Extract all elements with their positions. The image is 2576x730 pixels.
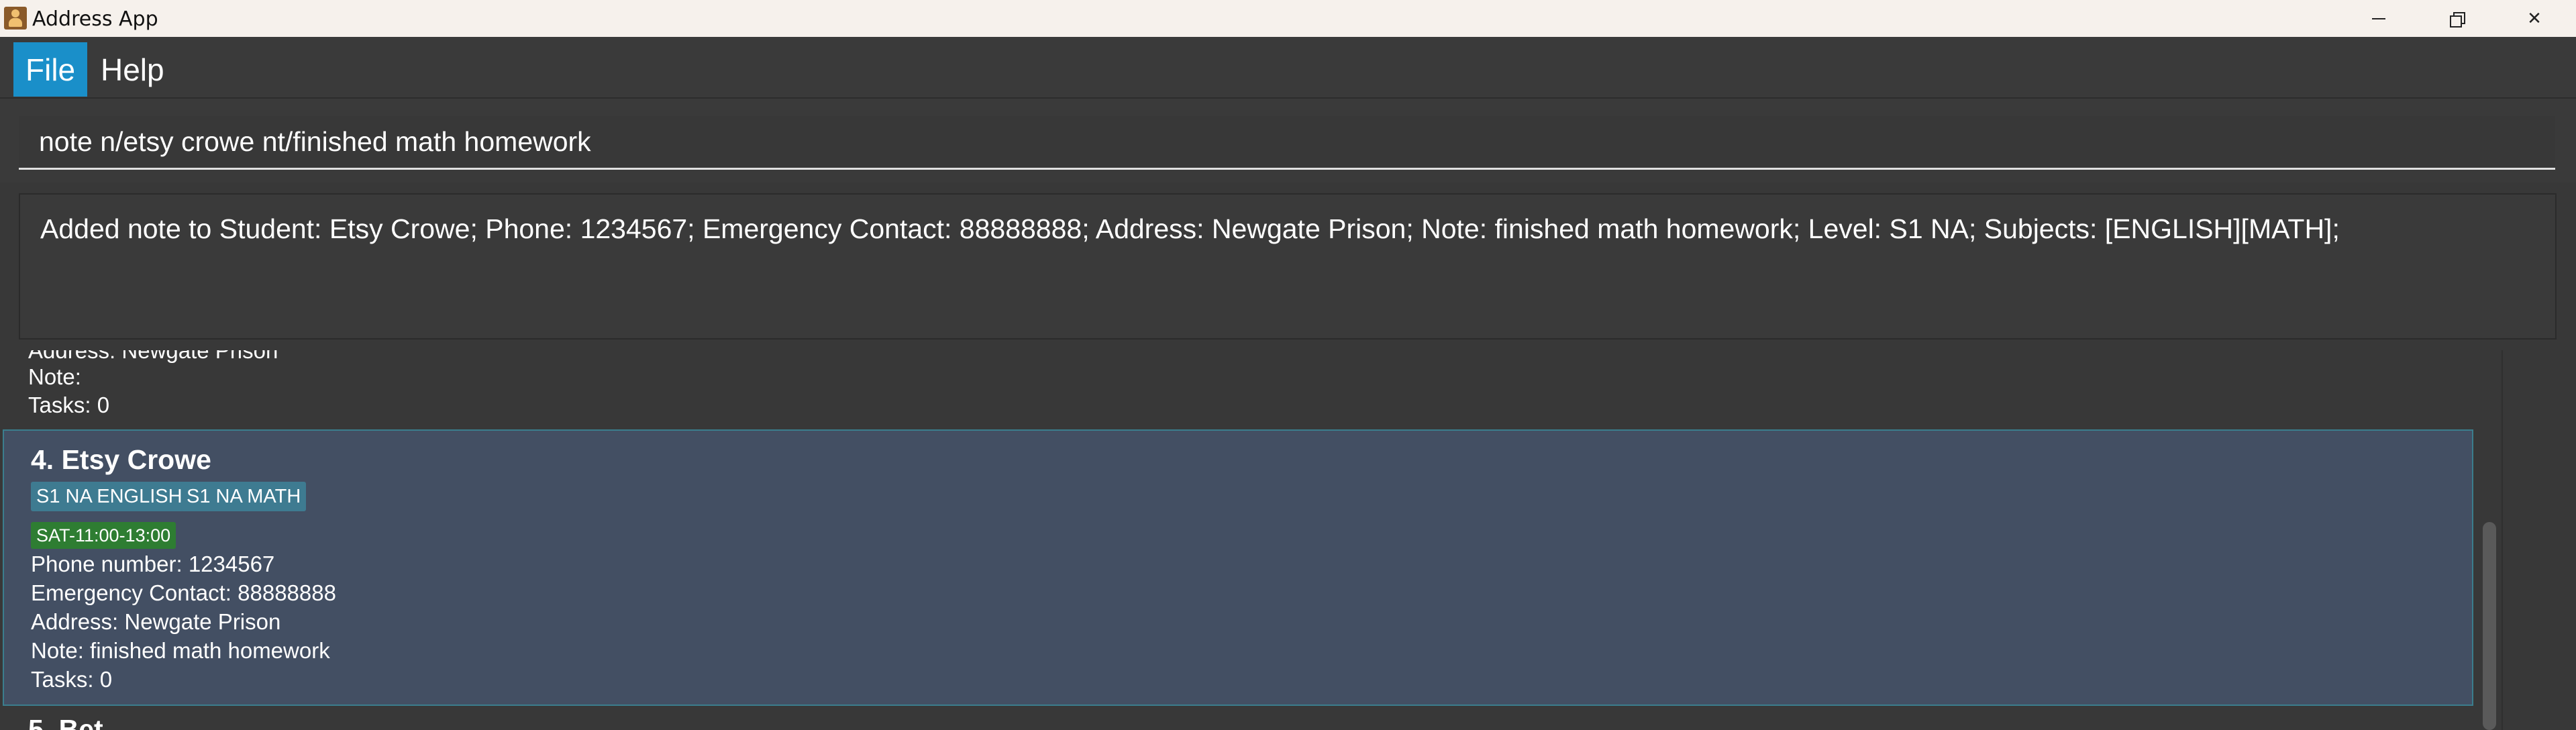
student-list[interactable]: Address: Newgate Prison Note: Tasks: 0 4… — [0, 350, 2476, 730]
list-item-selected[interactable]: 4. Etsy Crowe S1 NA ENGLISH S1 NA MATH S… — [3, 429, 2473, 706]
phone-text: Phone number: 1234567 — [31, 552, 275, 576]
maximize-button[interactable] — [2418, 0, 2495, 37]
command-box-area — [0, 97, 2576, 184]
emergency-contact-text: Emergency Contact: 88888888 — [31, 580, 336, 605]
address-text: Address: Newgate Prison — [31, 609, 281, 634]
note-text: Note: finished math homework — [31, 638, 330, 663]
close-button[interactable]: ✕ — [2495, 0, 2573, 37]
subject-tag: S1 NA ENGLISH — [31, 482, 188, 511]
tasks-text: Tasks: 0 — [31, 667, 113, 692]
menu-file[interactable]: File — [13, 42, 88, 97]
student-name: 4. Etsy Crowe — [31, 444, 211, 475]
menu-help[interactable]: Help — [89, 42, 176, 97]
subject-tag: S1 NA MATH — [181, 482, 307, 511]
person-icon — [4, 7, 27, 30]
scrollbar-track — [2502, 350, 2503, 730]
window-title: Address App — [32, 7, 158, 31]
command-input[interactable] — [19, 116, 2555, 170]
title-bar: Address App ✕ — [0, 0, 2576, 37]
result-display-area: Added note to Student: Etsy Crowe; Phone… — [0, 182, 2576, 350]
close-icon: ✕ — [2527, 8, 2542, 29]
address-text: Address: Newgate Prison — [28, 350, 278, 363]
note-text: Note: — [28, 364, 81, 389]
menu-bar: File Help — [0, 37, 2576, 97]
restore-icon — [2450, 11, 2465, 28]
list-item[interactable]: Address: Newgate Prison Note: Tasks: 0 — [0, 350, 2476, 427]
student-name: 5. Bet — [28, 714, 103, 730]
result-display[interactable]: Added note to Student: Etsy Crowe; Phone… — [19, 193, 2557, 340]
tasks-text: Tasks: 0 — [28, 393, 110, 417]
minimize-button[interactable] — [2340, 0, 2418, 37]
scrollbar-thumb[interactable] — [2483, 522, 2496, 730]
minimize-icon — [2372, 17, 2385, 19]
schedule-tag: SAT-11:00-13:00 — [31, 522, 176, 549]
